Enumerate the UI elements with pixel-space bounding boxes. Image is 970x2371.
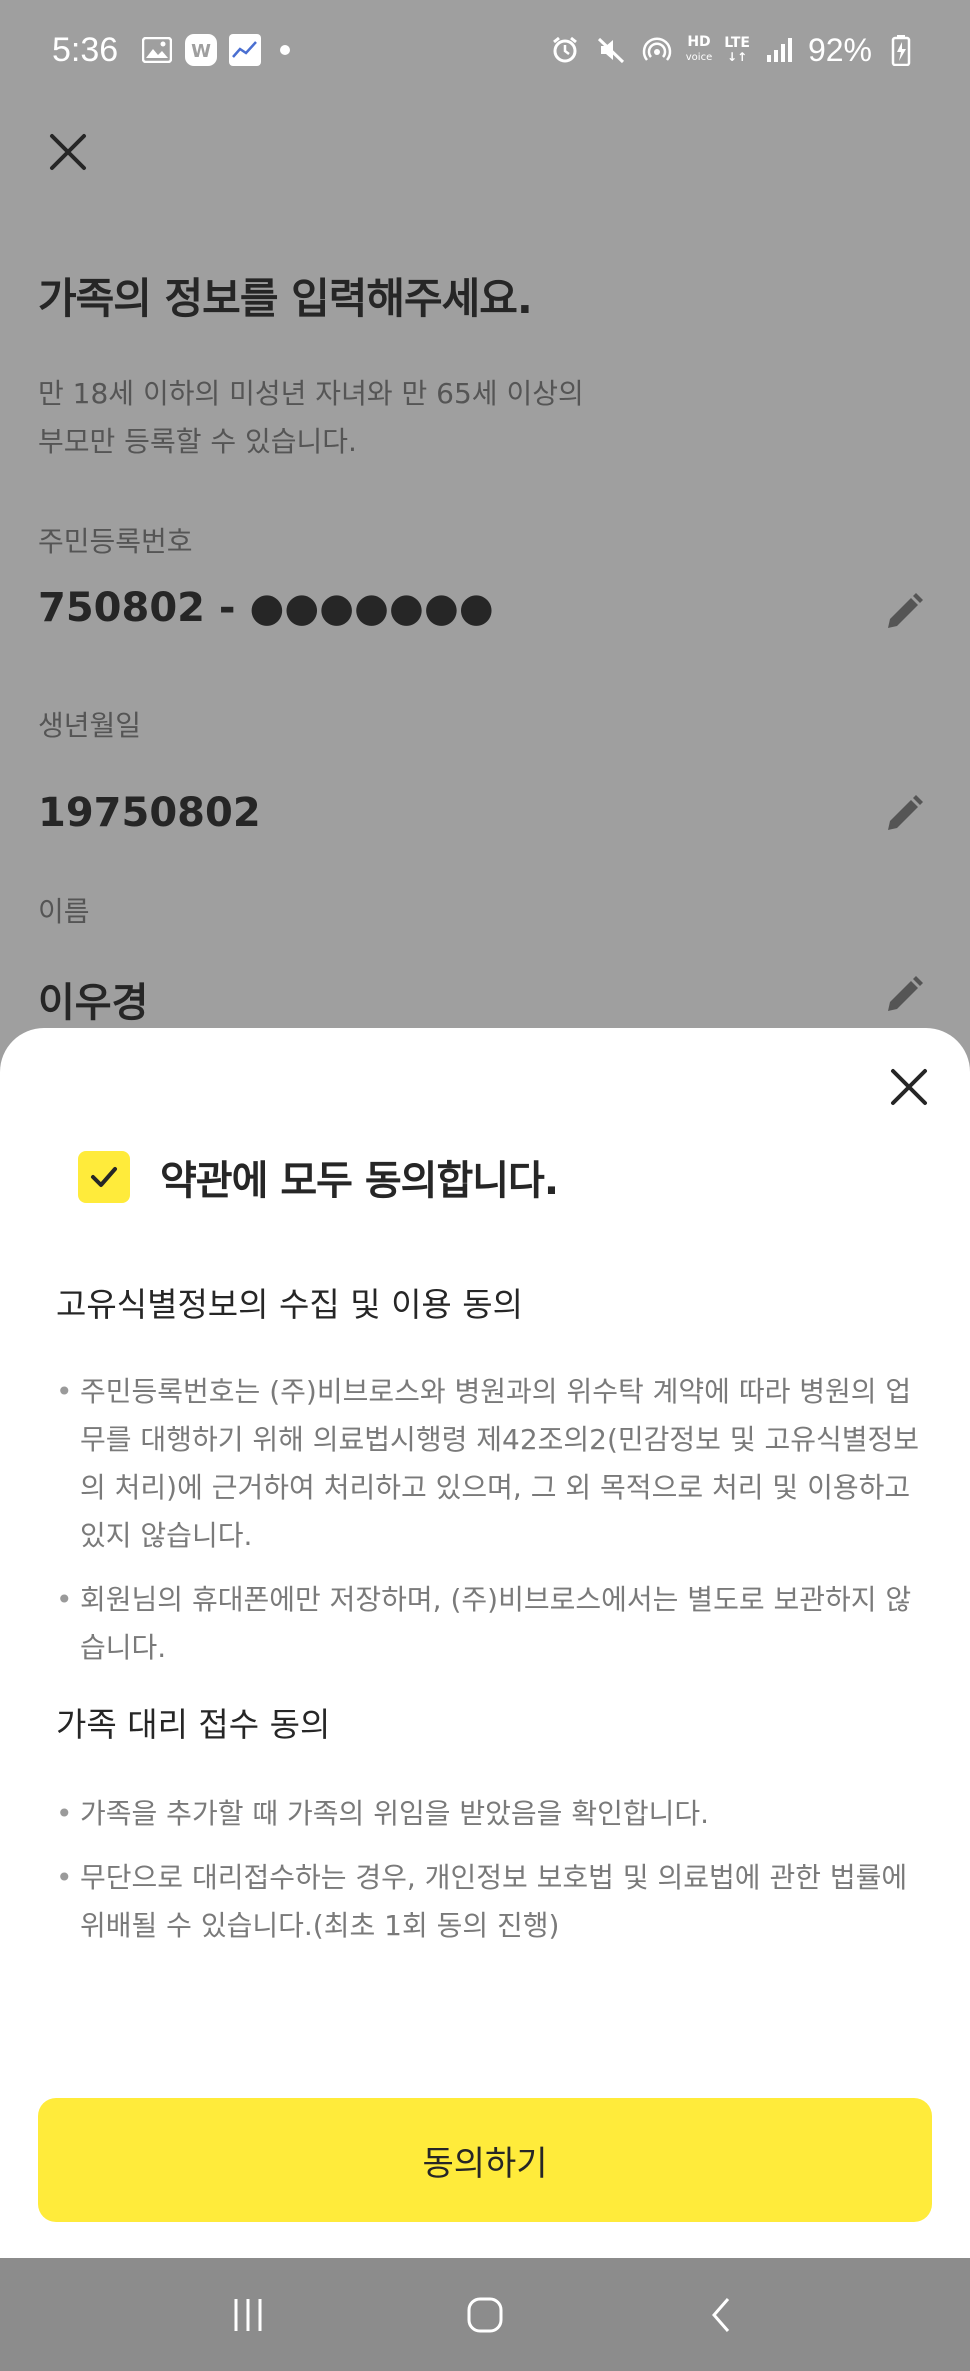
page-title: 가족의 정보를 입력해주세요. xyxy=(38,274,533,323)
rrn-value: 750802 - ●●●●●●● xyxy=(38,585,494,631)
unique-id-terms-list: 주민등록번호는 (주)비브로스와 병원과의 위수탁 계약에 따라 병원의 업무를… xyxy=(56,1368,926,1688)
battery-percent: 92% xyxy=(807,31,872,68)
section-title-unique-id: 고유식별정보의 수집 및 이용 동의 xyxy=(56,1285,523,1324)
more-notifications-dot xyxy=(280,45,291,55)
hd-voice-indicator: HD voice xyxy=(686,35,712,65)
hd-voice-label: voice xyxy=(685,52,713,63)
hd-label: HD xyxy=(687,34,711,50)
home-icon[interactable] xyxy=(450,2280,520,2350)
family-proxy-terms-list: 가족을 추가할 때 가족의 위임을 받았음을 확인합니다. 무단으로 대리접수하… xyxy=(56,1790,926,1966)
agree-all-checkbox[interactable] xyxy=(78,1151,130,1203)
birthdate-value: 19750802 xyxy=(38,790,261,836)
list-item: 회원님의 휴대폰에만 저장하며, (주)비브로스에서는 별도로 보관하지 않습니… xyxy=(56,1576,926,1672)
lte-label: LTE xyxy=(724,35,750,51)
hotspot-icon xyxy=(640,33,674,67)
agree-button[interactable]: 동의하기 xyxy=(38,2098,932,2222)
status-time: 5:36 xyxy=(52,30,119,69)
birthdate-label: 생년월일 xyxy=(38,709,142,742)
status-bar: 5:36 W HD voice LTE ↓↑ 92% xyxy=(0,0,970,100)
page-description: 만 18세 이하의 미성년 자녀와 만 65세 이상의 부모만 등록할 수 있습… xyxy=(38,370,738,466)
check-icon xyxy=(91,1167,117,1187)
lte-indicator: LTE ↓↑ xyxy=(724,35,750,64)
gallery-icon xyxy=(140,33,174,67)
section-title-family-proxy: 가족 대리 접수 동의 xyxy=(56,1705,331,1744)
list-item: 주민등록번호는 (주)비브로스와 병원과의 위수탁 계약에 따라 병원의 업무를… xyxy=(56,1368,926,1560)
name-value: 이우경 xyxy=(38,980,149,1026)
system-nav-bar xyxy=(0,2258,970,2371)
battery-charging-icon xyxy=(884,33,918,67)
close-page-icon[interactable] xyxy=(44,128,92,176)
alarm-icon xyxy=(548,33,582,67)
webtoon-app-icon: W xyxy=(184,33,218,67)
name-label: 이름 xyxy=(38,895,90,928)
page-description-line: 만 18세 이하의 미성년 자녀와 만 65세 이상의 xyxy=(38,377,584,410)
edit-birthdate-icon[interactable] xyxy=(882,792,926,836)
consent-bottom-sheet: 약관에 모두 동의합니다. 고유식별정보의 수집 및 이용 동의 주민등록번호는… xyxy=(0,1028,970,2258)
close-sheet-icon[interactable] xyxy=(884,1062,934,1112)
agree-all-checkbox-row[interactable]: 약관에 모두 동의합니다. xyxy=(78,1148,559,1206)
recent-apps-icon[interactable] xyxy=(213,2280,283,2350)
edit-rrn-icon[interactable] xyxy=(882,590,926,634)
list-item: 무단으로 대리접수하는 경우, 개인정보 보호법 및 의료법에 관한 법률에 위… xyxy=(56,1854,926,1950)
status-system-icons: HD voice LTE ↓↑ 92% xyxy=(548,32,918,69)
mute-icon xyxy=(594,33,628,67)
back-icon[interactable] xyxy=(687,2280,757,2350)
status-notification-icons: W xyxy=(140,33,291,67)
agree-all-label: 약관에 모두 동의합니다. xyxy=(160,1158,559,1204)
edit-name-icon[interactable] xyxy=(882,973,926,1017)
svg-text:W: W xyxy=(191,41,211,62)
signal-icon xyxy=(762,33,796,67)
page-description-line: 부모만 등록할 수 있습니다. xyxy=(38,425,357,458)
list-item: 가족을 추가할 때 가족의 위임을 받았음을 확인합니다. xyxy=(56,1790,926,1838)
rrn-label: 주민등록번호 xyxy=(38,525,193,558)
chart-app-icon xyxy=(228,33,262,67)
